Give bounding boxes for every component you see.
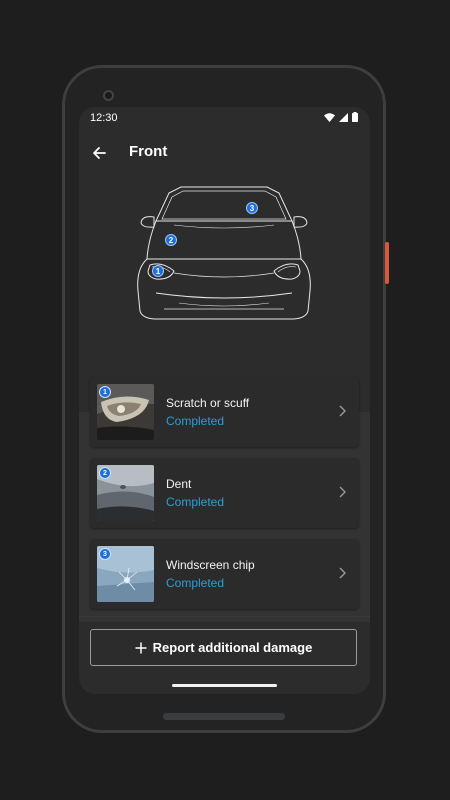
car-front-diagram: 3 2 1 xyxy=(134,181,314,325)
arrow-left-icon xyxy=(93,147,106,159)
divider xyxy=(79,616,370,617)
wifi-icon xyxy=(324,112,335,122)
damage-number-badge: 3 xyxy=(99,548,111,560)
status-icons xyxy=(324,112,358,122)
battery-icon xyxy=(352,112,358,122)
damage-number-badge: 2 xyxy=(99,467,111,479)
app-bar: Front xyxy=(79,137,370,181)
damage-card-dent[interactable]: 2 Dent Completed xyxy=(90,458,359,528)
damage-card-windscreen-chip[interactable]: 3 Windscreen chip Completed xyxy=(90,539,359,609)
chevron-right-icon xyxy=(339,486,346,498)
plus-icon xyxy=(135,642,147,653)
damage-number-badge: 1 xyxy=(99,386,111,398)
damage-title: Dent xyxy=(166,477,192,491)
damage-status: Completed xyxy=(166,414,225,428)
chevron-right-icon xyxy=(339,567,346,579)
page-title: Front xyxy=(129,143,168,160)
damage-marker-2[interactable]: 2 xyxy=(165,234,177,246)
device-camera xyxy=(103,90,114,101)
back-button[interactable] xyxy=(87,141,111,165)
chevron-right-icon xyxy=(339,405,346,417)
damage-status: Completed xyxy=(166,576,225,590)
damage-marker-3[interactable]: 3 xyxy=(246,202,258,214)
device-speaker-bottom xyxy=(163,713,285,720)
damage-photo-dent: 2 xyxy=(97,465,154,521)
damage-status: Completed xyxy=(166,495,225,509)
damage-photo-scratch: 1 xyxy=(97,384,154,440)
car-outline xyxy=(137,186,311,320)
status-bar: 12:30 xyxy=(79,107,370,131)
status-time: 12:30 xyxy=(90,112,118,124)
report-damage-label: Report additional damage xyxy=(152,640,313,655)
device-power-button xyxy=(385,242,389,284)
damage-marker-1[interactable]: 1 xyxy=(152,265,164,277)
report-damage-button[interactable]: Report additional damage xyxy=(90,629,357,666)
damage-card-scratch[interactable]: 1 Scratch or scuff Completed xyxy=(90,377,359,447)
damage-title: Scratch or scuff xyxy=(166,396,250,410)
damage-photo-windscreen-chip: 3 xyxy=(97,546,154,602)
signal-icon xyxy=(339,112,348,122)
home-indicator[interactable] xyxy=(172,684,277,687)
app-screen: 12:30 Front 3 2 1 1 Scratch or scuff Com… xyxy=(79,107,370,694)
damage-list: 1 Scratch or scuff Completed 2 Dent Comp… xyxy=(90,377,360,620)
damage-title: Windscreen chip xyxy=(166,558,255,572)
